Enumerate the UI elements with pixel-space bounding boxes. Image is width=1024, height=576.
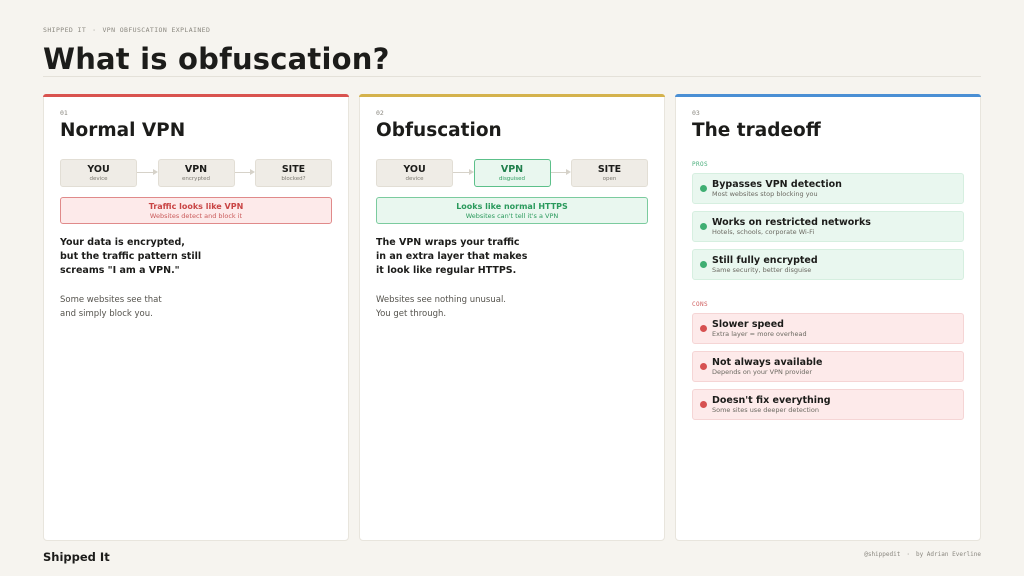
footer-credit: @shippedit · by Adrian Everline bbox=[864, 551, 981, 558]
breadcrumb: SHIPPED IT · VPN OBFUSCATION EXPLAINED bbox=[43, 26, 981, 34]
item-subtitle: Most websites stop blocking you bbox=[712, 189, 818, 198]
flow-node-label: YOU bbox=[403, 163, 426, 175]
text-line: screams "I am a VPN." bbox=[60, 265, 180, 276]
red-dot-icon bbox=[700, 363, 707, 370]
card-title: The tradeoff bbox=[692, 120, 821, 141]
pro-item: Still fully encrypted Same security, bet… bbox=[692, 249, 964, 280]
card-body-text: Websites see nothing unusual. You get th… bbox=[376, 293, 648, 321]
flow-node-vpn: VPN encrypted bbox=[157, 159, 235, 187]
text-line: You get through. bbox=[376, 309, 447, 319]
footer-handle: @shippedit bbox=[864, 551, 901, 558]
flow-node-sub: blocked? bbox=[281, 175, 306, 182]
con-item: Doesn't fix everything Some sites use de… bbox=[692, 389, 964, 420]
footer-brand: Shipped It bbox=[43, 550, 110, 564]
text-line: in an extra layer that makes bbox=[376, 251, 528, 262]
status-box-passed: Looks like normal HTTPS Websites can't t… bbox=[376, 197, 648, 224]
footer-author: by Adrian Everline bbox=[915, 551, 981, 558]
flow-node-sub: disguised bbox=[498, 175, 526, 182]
card-number: 02 bbox=[376, 109, 384, 117]
status-title: Traffic looks like VPN bbox=[148, 201, 244, 211]
card-obfuscation: 02 Obfuscation YOU device VPN disguised … bbox=[359, 94, 665, 541]
red-dot-icon bbox=[700, 401, 707, 408]
flow-node-site: SITE open bbox=[571, 159, 648, 187]
item-title: Bypasses VPN detection bbox=[712, 178, 842, 190]
cons-label: CONS bbox=[692, 301, 709, 308]
arrow-right-icon bbox=[453, 159, 474, 187]
flow-node-label: SITE bbox=[281, 163, 306, 175]
con-item: Slower speed Extra layer = more overhead bbox=[692, 313, 964, 344]
page-title: What is obfuscation? bbox=[43, 42, 390, 76]
text-line: and simply block you. bbox=[60, 309, 153, 319]
item-title: Doesn't fix everything bbox=[712, 394, 831, 406]
flow-node-sub: device bbox=[405, 175, 424, 182]
flow-node-label: VPN bbox=[500, 163, 524, 175]
card-accent-bar bbox=[675, 94, 981, 97]
text-line: Your data is encrypted, bbox=[60, 237, 185, 248]
item-subtitle: Extra layer = more overhead bbox=[712, 329, 807, 338]
card-number: 01 bbox=[60, 109, 68, 117]
card-body-text: Some websites see that and simply block … bbox=[60, 293, 332, 321]
flow-node-sub: encrypted bbox=[182, 175, 210, 182]
item-title: Slower speed bbox=[712, 318, 784, 330]
card-tradeoff: 03 The tradeoff PROS Bypasses VPN detect… bbox=[675, 94, 981, 541]
arrow-right-icon bbox=[234, 159, 256, 187]
traffic-flow: YOU device VPN encrypted SITE blocked? bbox=[60, 159, 332, 187]
green-dot-icon bbox=[700, 223, 707, 230]
card-title: Normal VPN bbox=[60, 120, 186, 141]
flow-node-label: VPN bbox=[184, 163, 208, 175]
item-subtitle: Some sites use deeper detection bbox=[712, 405, 819, 414]
flow-node-label: SITE bbox=[597, 163, 622, 175]
green-dot-icon bbox=[700, 185, 707, 192]
flow-node-label: YOU bbox=[87, 163, 110, 175]
card-number: 03 bbox=[692, 109, 700, 117]
arrow-right-icon bbox=[137, 159, 158, 187]
card-emphasis-text: The VPN wraps your traffic in an extra l… bbox=[376, 236, 648, 278]
flow-node-you: YOU device bbox=[376, 159, 453, 187]
flow-node-site: SITE blocked? bbox=[255, 159, 332, 187]
text-line: The VPN wraps your traffic bbox=[376, 237, 520, 248]
text-line: Websites see nothing unusual. bbox=[376, 295, 507, 305]
item-subtitle: Same security, better disguise bbox=[712, 265, 812, 274]
flow-node-sub: device bbox=[89, 175, 108, 182]
item-title: Still fully encrypted bbox=[712, 254, 818, 266]
item-title: Works on restricted networks bbox=[712, 216, 871, 228]
item-subtitle: Depends on your VPN provider bbox=[712, 367, 813, 376]
item-title: Not always available bbox=[712, 356, 823, 368]
status-subtitle: Websites can't tell it's a VPN bbox=[465, 211, 559, 220]
text-line: it look like regular HTTPS. bbox=[376, 265, 517, 276]
traffic-flow: YOU device VPN disguised SITE open bbox=[376, 159, 648, 187]
pros-label: PROS bbox=[692, 161, 709, 168]
con-item: Not always available Depends on your VPN… bbox=[692, 351, 964, 382]
status-title: Looks like normal HTTPS bbox=[456, 201, 568, 211]
header-divider bbox=[43, 76, 981, 77]
kicker-brand: SHIPPED IT bbox=[43, 26, 87, 34]
card-normal-vpn: 01 Normal VPN YOU device VPN encrypted S… bbox=[43, 94, 349, 541]
item-subtitle: Hotels, schools, corporate Wi-Fi bbox=[712, 227, 815, 236]
card-emphasis-text: Your data is encrypted, but the traffic … bbox=[60, 236, 332, 278]
card-accent-bar bbox=[43, 94, 349, 97]
card-title: Obfuscation bbox=[376, 120, 502, 141]
text-line: Some websites see that bbox=[60, 295, 162, 305]
page-header: SHIPPED IT · VPN OBFUSCATION EXPLAINED Wha… bbox=[43, 26, 981, 76]
flow-node-you: YOU device bbox=[60, 159, 137, 187]
arrow-right-icon bbox=[550, 159, 572, 187]
green-dot-icon bbox=[700, 261, 707, 268]
status-subtitle: Websites detect and block it bbox=[149, 211, 243, 220]
kicker-topic: VPN OBFUSCATION EXPLAINED bbox=[102, 26, 211, 34]
text-line: but the traffic pattern still bbox=[60, 251, 202, 262]
kicker-separator: · bbox=[92, 26, 97, 34]
red-dot-icon bbox=[700, 325, 707, 332]
pro-item: Bypasses VPN detection Most websites sto… bbox=[692, 173, 964, 204]
footer-separator: · bbox=[906, 551, 910, 558]
status-box-detected: Traffic looks like VPN Websites detect a… bbox=[60, 197, 332, 224]
flow-node-sub: open bbox=[602, 175, 617, 182]
flow-node-vpn: VPN disguised bbox=[473, 159, 551, 187]
pro-item: Works on restricted networks Hotels, sch… bbox=[692, 211, 964, 242]
card-accent-bar bbox=[359, 94, 665, 97]
